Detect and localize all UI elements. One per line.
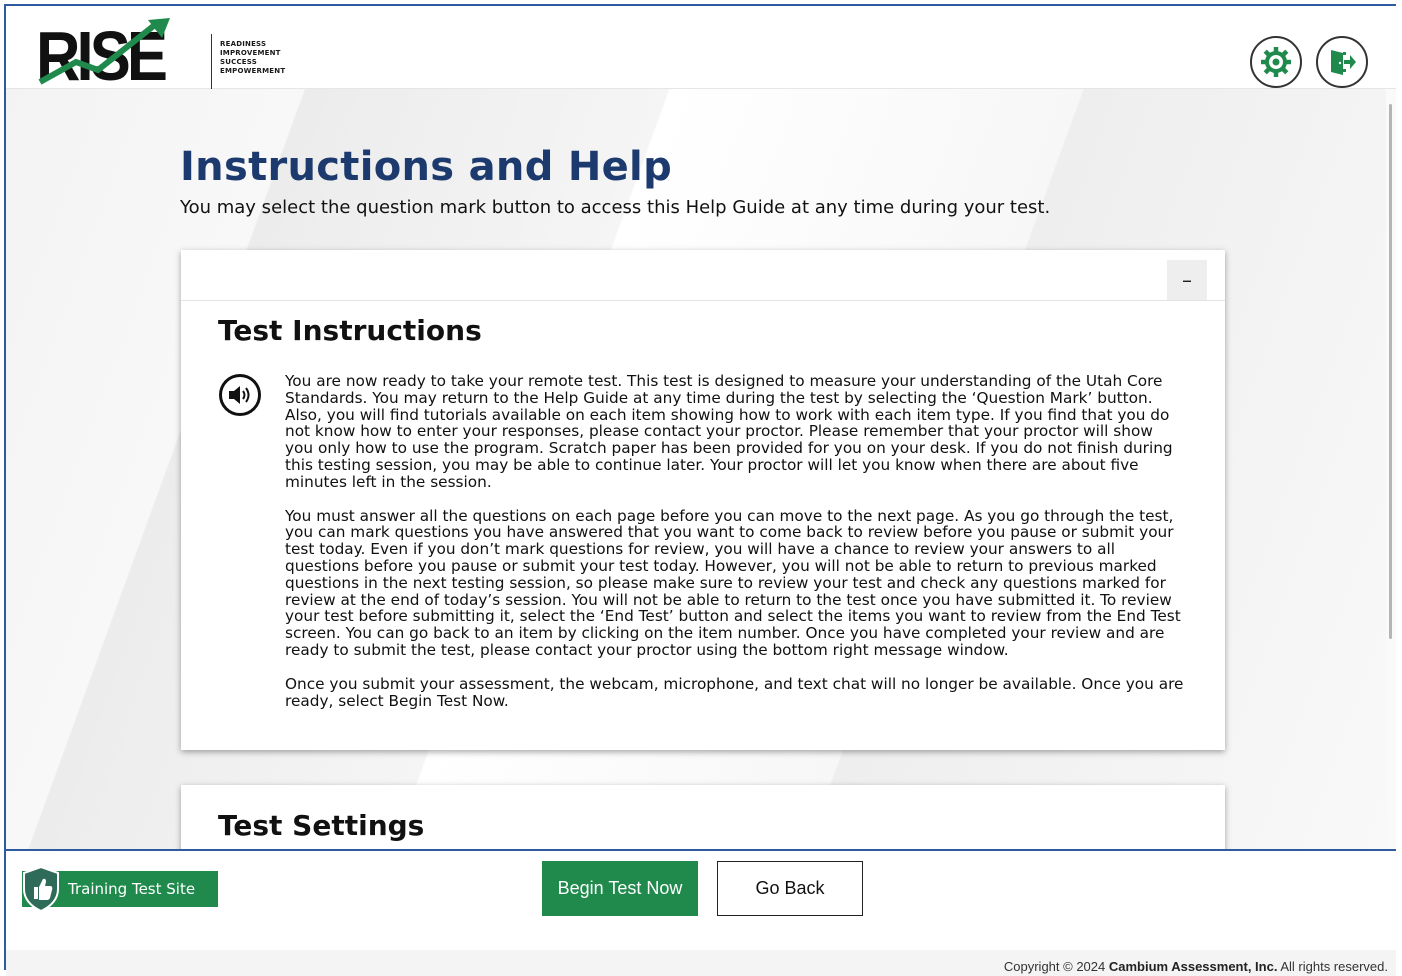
instructions-paragraph: You must answer all the questions on eac… xyxy=(285,506,1181,659)
instructions-paragraph: Once you submit your assessment, the web… xyxy=(285,674,1184,710)
instructions-body: You are now ready to take your remote te… xyxy=(285,373,1185,726)
begin-test-button[interactable]: Begin Test Now xyxy=(542,861,698,916)
main-content[interactable]: Instructions and Help You may select the… xyxy=(6,89,1386,849)
rise-logo-graphic: RISE xyxy=(36,16,170,95)
test-settings-panel: Test Settings xyxy=(181,785,1225,849)
copyright-suffix: All rights reserved. xyxy=(1280,959,1388,974)
speaker-icon xyxy=(229,386,250,404)
page-subtitle: You may select the question mark button … xyxy=(180,197,1051,218)
settings-button[interactable] xyxy=(1250,36,1302,88)
go-back-button[interactable]: Go Back xyxy=(717,861,863,916)
instructions-paragraph: You are now ready to take your remote te… xyxy=(285,372,1173,491)
copyright-company[interactable]: Cambium Assessment, Inc. xyxy=(1109,959,1278,974)
copyright-prefix: Copyright © 2024 xyxy=(1003,959,1106,974)
tagline-line: EMPOWERMENT xyxy=(220,67,286,75)
scrollbar-thumb[interactable] xyxy=(1389,104,1392,639)
header: RISE READINESS IMPROVEMENT SUCCESS EMPOW… xyxy=(6,6,1396,95)
speaker-button[interactable] xyxy=(219,374,261,416)
copyright-text: Copyright © 2024 Cambium Assessment, Inc… xyxy=(1004,959,1388,974)
panel-topbar: – xyxy=(181,250,1225,301)
footer: Training Test Site Begin Test Now Go Bac… xyxy=(6,849,1396,976)
gear-icon xyxy=(1261,47,1291,77)
collapse-button[interactable]: – xyxy=(1167,260,1207,300)
test-instructions-panel: – Test Instructions You are now ready to… xyxy=(181,250,1225,750)
test-instructions-heading: Test Instructions xyxy=(218,314,482,347)
thumbs-up-shield-icon xyxy=(23,865,59,913)
logo-tagline: READINESS IMPROVEMENT SUCCESS EMPOWERMEN… xyxy=(220,40,285,76)
tagline-line: READINESS xyxy=(220,40,267,48)
training-site-badge: Training Test Site xyxy=(22,865,218,913)
page-title: Instructions and Help xyxy=(180,144,673,190)
exit-door-icon xyxy=(1331,50,1356,75)
tagline-line: SUCCESS xyxy=(220,58,257,66)
logo-divider xyxy=(211,34,212,90)
test-settings-heading: Test Settings xyxy=(218,809,425,842)
exit-button[interactable] xyxy=(1316,36,1368,88)
training-site-label: Training Test Site xyxy=(68,880,196,898)
tagline-line: IMPROVEMENT xyxy=(220,49,281,57)
rise-logo: RISE READINESS IMPROVEMENT SUCCESS EMPOW… xyxy=(36,16,285,95)
